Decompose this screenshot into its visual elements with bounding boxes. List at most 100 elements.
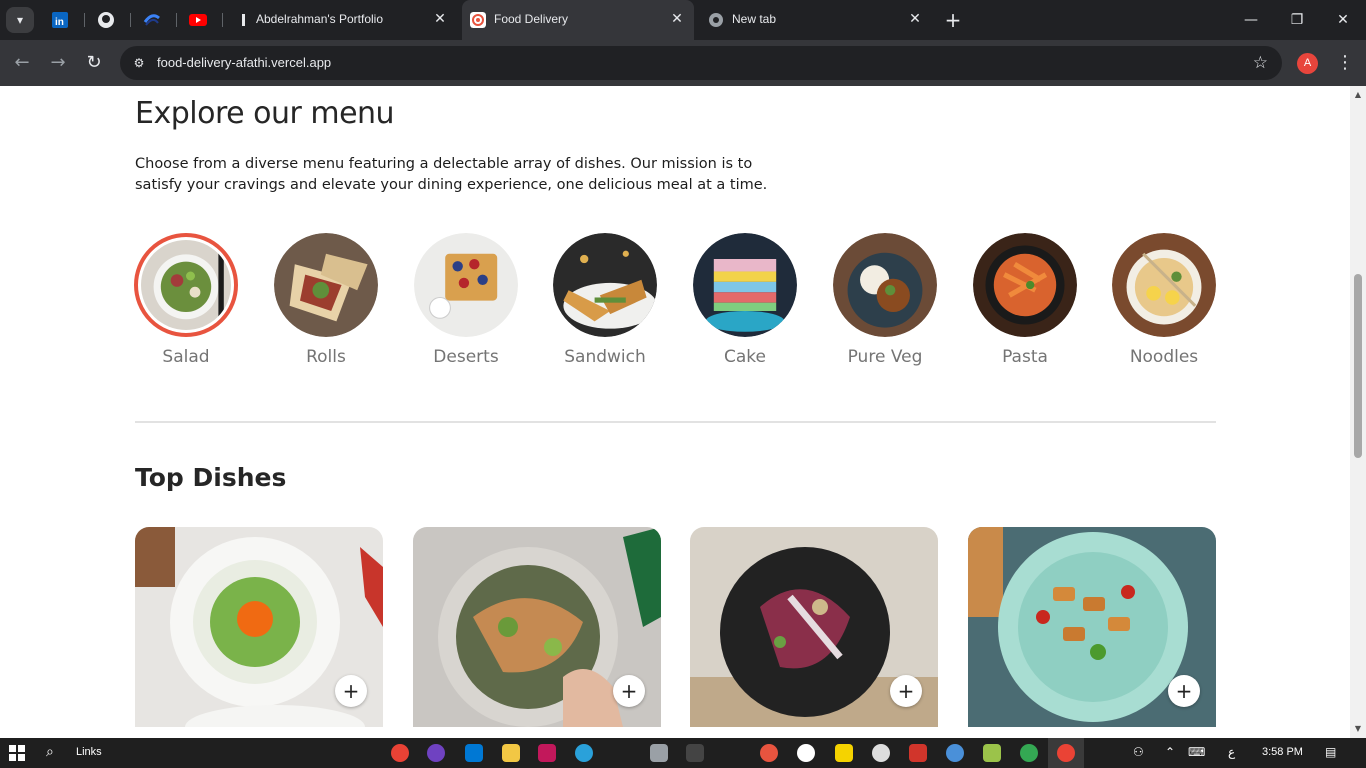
keyboard-icon[interactable]: ⌨ bbox=[1188, 745, 1205, 759]
add-to-cart-button[interactable]: + bbox=[890, 675, 922, 707]
page-scrollbar[interactable]: ▲ ▼ bbox=[1350, 86, 1366, 738]
category-image[interactable] bbox=[134, 233, 238, 337]
search-icon[interactable]: ⌕ bbox=[46, 744, 54, 760]
app-icon[interactable] bbox=[760, 744, 778, 762]
category-image[interactable] bbox=[833, 233, 937, 337]
add-to-cart-button[interactable]: + bbox=[613, 675, 645, 707]
telegram-icon[interactable] bbox=[575, 744, 593, 762]
explore-menu-title: Explore our menu bbox=[135, 96, 395, 131]
pinned-tab-youtube[interactable] bbox=[186, 8, 210, 32]
category-image[interactable] bbox=[553, 233, 657, 337]
pinned-tab-linkedin[interactable]: in bbox=[48, 8, 72, 32]
figma-icon[interactable] bbox=[538, 744, 556, 762]
language-indicator[interactable]: ع bbox=[1228, 745, 1235, 759]
scroll-up-arrow-icon[interactable]: ▲ bbox=[1353, 90, 1363, 100]
close-icon[interactable]: ✕ bbox=[431, 10, 449, 28]
tab-title: Food Delivery bbox=[494, 12, 569, 26]
vscode-icon[interactable] bbox=[465, 744, 483, 762]
category-sandwich[interactable]: Sandwich bbox=[553, 233, 657, 367]
chrome-app-icon[interactable] bbox=[1020, 744, 1038, 762]
youtube-icon bbox=[189, 14, 207, 26]
category-image[interactable] bbox=[1112, 233, 1216, 337]
scroll-thumb[interactable] bbox=[1354, 274, 1362, 458]
links-toolbar-label[interactable]: Links bbox=[76, 746, 102, 758]
category-rolls[interactable]: Rolls bbox=[274, 233, 378, 367]
bookmark-star-icon[interactable]: ☆ bbox=[1253, 53, 1268, 73]
windows-taskbar: ⌕ Links ⚇ ⌃ ⌨ ع 3:58 PM ▤ bbox=[0, 738, 1366, 768]
forward-button[interactable]: → bbox=[46, 51, 70, 75]
sticky-notes-icon[interactable] bbox=[835, 744, 853, 762]
git-icon[interactable] bbox=[909, 744, 927, 762]
file-explorer-icon[interactable] bbox=[502, 744, 520, 762]
category-label: Rolls bbox=[306, 347, 346, 367]
dish-card[interactable]: + bbox=[413, 527, 661, 727]
portfolio-favicon-icon bbox=[242, 14, 245, 26]
alarm-icon[interactable] bbox=[797, 744, 815, 762]
chevron-up-icon[interactable]: ⌃ bbox=[1165, 745, 1175, 759]
browser-menu-icon[interactable]: ⋮ bbox=[1336, 51, 1354, 75]
category-label: Pasta bbox=[1002, 347, 1048, 367]
browser-toolbar: ← → ↻ ⚙ food-delivery-afathi.vercel.app … bbox=[0, 40, 1366, 86]
github-desktop-icon[interactable] bbox=[427, 744, 445, 762]
tab-food-delivery[interactable]: Food Delivery ✕ bbox=[462, 0, 694, 40]
tab-search-button[interactable]: ▾ bbox=[6, 7, 34, 33]
explore-menu-description: Choose from a diverse menu featuring a d… bbox=[135, 156, 768, 193]
linkedin-icon: in bbox=[52, 12, 68, 28]
chrome-active-app[interactable] bbox=[1048, 738, 1084, 768]
minimize-button[interactable]: — bbox=[1228, 0, 1274, 40]
back-button[interactable]: ← bbox=[10, 51, 34, 75]
add-to-cart-button[interactable]: + bbox=[335, 675, 367, 707]
noodles-image bbox=[1112, 233, 1216, 337]
sandwich-image bbox=[553, 233, 657, 337]
dish-card[interactable]: + bbox=[690, 527, 938, 727]
new-tab-button[interactable]: + bbox=[942, 9, 964, 31]
pinned-tab-github[interactable] bbox=[94, 8, 118, 32]
category-image[interactable] bbox=[973, 233, 1077, 337]
app-icon[interactable] bbox=[946, 744, 964, 762]
scroll-down-arrow-icon[interactable]: ▼ bbox=[1353, 724, 1363, 734]
dish-card[interactable]: + bbox=[968, 527, 1216, 727]
category-image[interactable] bbox=[693, 233, 797, 337]
site-info-icon[interactable]: ⚙ bbox=[130, 54, 148, 72]
close-icon[interactable]: ✕ bbox=[668, 10, 686, 28]
chrome-app-icon[interactable] bbox=[391, 744, 409, 762]
window-close-button[interactable]: ✕ bbox=[1320, 0, 1366, 40]
category-image[interactable] bbox=[414, 233, 518, 337]
category-noodles[interactable]: Noodles bbox=[1112, 233, 1216, 367]
tab-portfolio[interactable]: Abdelrahman's Portfolio ✕ bbox=[226, 0, 458, 40]
category-deserts[interactable]: Deserts bbox=[414, 233, 518, 367]
address-bar[interactable]: ⚙ food-delivery-afathi.vercel.app ☆ bbox=[120, 46, 1282, 80]
app-icon[interactable] bbox=[983, 744, 1001, 762]
tab-strip: ▾ in Abdelrahman's Portfolio ✕ Food Deli… bbox=[0, 0, 1366, 40]
category-label: Salad bbox=[162, 347, 210, 367]
category-image[interactable] bbox=[274, 233, 378, 337]
cake-image bbox=[693, 233, 797, 337]
clock-time[interactable]: 3:58 PM bbox=[1262, 746, 1303, 758]
app-icon[interactable] bbox=[872, 744, 890, 762]
category-pure-veg[interactable]: Pure Veg bbox=[833, 233, 937, 367]
app-icon[interactable] bbox=[686, 744, 704, 762]
notification-icon[interactable]: ▤ bbox=[1325, 745, 1336, 759]
category-salad[interactable]: Salad bbox=[134, 233, 238, 367]
category-pasta[interactable]: Pasta bbox=[973, 233, 1077, 367]
page-viewport: Explore our menu Choose from a diverse m… bbox=[0, 86, 1350, 738]
add-to-cart-button[interactable]: + bbox=[1168, 675, 1200, 707]
calculator-icon[interactable] bbox=[650, 744, 668, 762]
pinned-tab-codeforces[interactable] bbox=[140, 8, 164, 32]
tab-new-tab[interactable]: New tab ✕ bbox=[698, 0, 930, 40]
salad-image bbox=[141, 240, 231, 330]
rolls-image bbox=[274, 233, 378, 337]
github-icon bbox=[98, 12, 114, 28]
profile-avatar[interactable]: A bbox=[1297, 53, 1318, 74]
people-icon[interactable]: ⚇ bbox=[1133, 745, 1144, 759]
tab-title: Abdelrahman's Portfolio bbox=[256, 12, 384, 26]
category-cake[interactable]: Cake bbox=[693, 233, 797, 367]
windows-start-icon[interactable] bbox=[9, 745, 25, 761]
category-label: Sandwich bbox=[564, 347, 646, 367]
reload-button[interactable]: ↻ bbox=[82, 51, 106, 75]
close-icon[interactable]: ✕ bbox=[906, 10, 924, 28]
pasta-image bbox=[973, 233, 1077, 337]
dish-card[interactable]: + bbox=[135, 527, 383, 727]
food-delivery-favicon-icon bbox=[470, 12, 486, 28]
restore-button[interactable]: ❐ bbox=[1274, 0, 1320, 40]
